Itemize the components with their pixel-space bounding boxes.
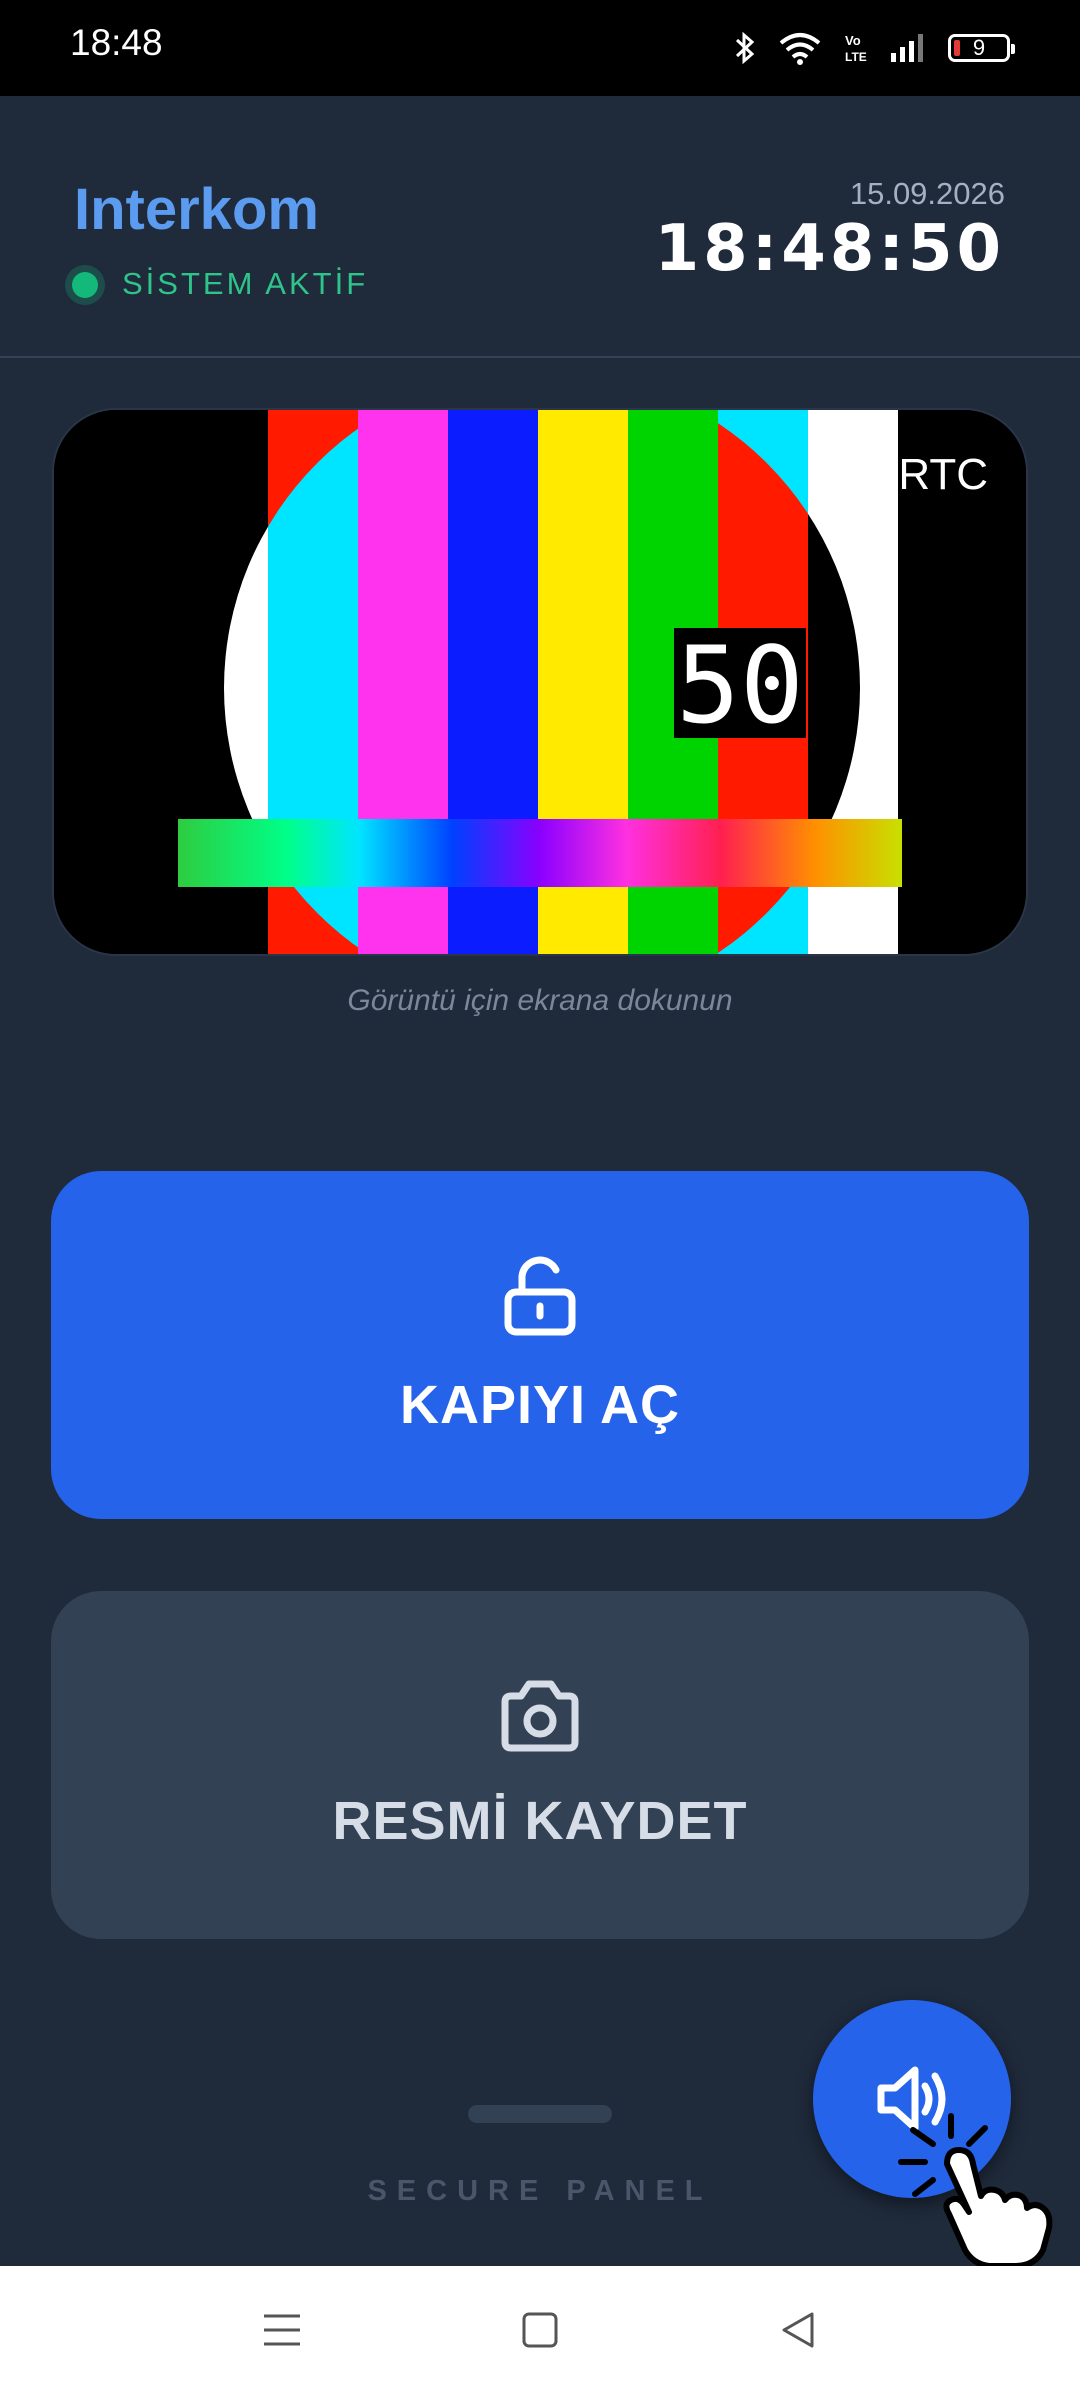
navigation-bar bbox=[0, 2266, 1080, 2400]
open-door-label: KAPIYI AÇ bbox=[399, 1375, 681, 1435]
signal-icon bbox=[891, 34, 923, 62]
preview-counter: 50 bbox=[676, 624, 804, 747]
battery-level: 9 bbox=[972, 35, 986, 60]
drag-handle[interactable] bbox=[468, 2105, 612, 2123]
save-image-label: RESMİ KAYDET bbox=[332, 1791, 748, 1851]
menu-icon[interactable] bbox=[262, 2310, 302, 2350]
volte-icon: Vo LTE bbox=[845, 33, 867, 64]
svg-text:LTE: LTE bbox=[845, 50, 867, 64]
system-status: SİSTEM AKTİF bbox=[122, 266, 369, 301]
status-bar: 18:48 Vo LTE 9 bbox=[0, 0, 1080, 96]
camera-preview[interactable]: 50 RTC bbox=[52, 408, 1028, 956]
clock-display: 18:48:50 bbox=[654, 212, 1005, 286]
status-time: 18:48 bbox=[70, 22, 163, 63]
tap-hand-icon bbox=[898, 2113, 1053, 2269]
date-display: 15.09.2026 bbox=[849, 176, 1005, 211]
status-icons: Vo LTE 9 bbox=[734, 26, 1015, 70]
wifi-icon bbox=[779, 33, 821, 65]
unlock-icon bbox=[504, 1256, 576, 1336]
home-icon[interactable] bbox=[520, 2310, 560, 2350]
status-dot-icon bbox=[72, 272, 98, 298]
svg-text:Vo: Vo bbox=[845, 33, 861, 48]
header: Interkom SİSTEM AKTİF 15.09.2026 18:48:5… bbox=[0, 96, 1080, 358]
save-image-button[interactable]: RESMİ KAYDET bbox=[51, 1591, 1029, 1939]
rtc-label: RTC bbox=[898, 450, 988, 499]
app-title: Interkom bbox=[74, 177, 319, 242]
back-icon[interactable] bbox=[778, 2310, 818, 2350]
bluetooth-icon bbox=[735, 31, 755, 65]
battery-icon: 9 bbox=[948, 34, 1015, 62]
camera-icon bbox=[501, 1680, 579, 1752]
test-pattern-image: 50 bbox=[54, 410, 1026, 954]
preview-hint: Görüntü için ekrana dokunun bbox=[347, 984, 733, 1017]
open-door-button[interactable]: KAPIYI AÇ bbox=[51, 1171, 1029, 1519]
